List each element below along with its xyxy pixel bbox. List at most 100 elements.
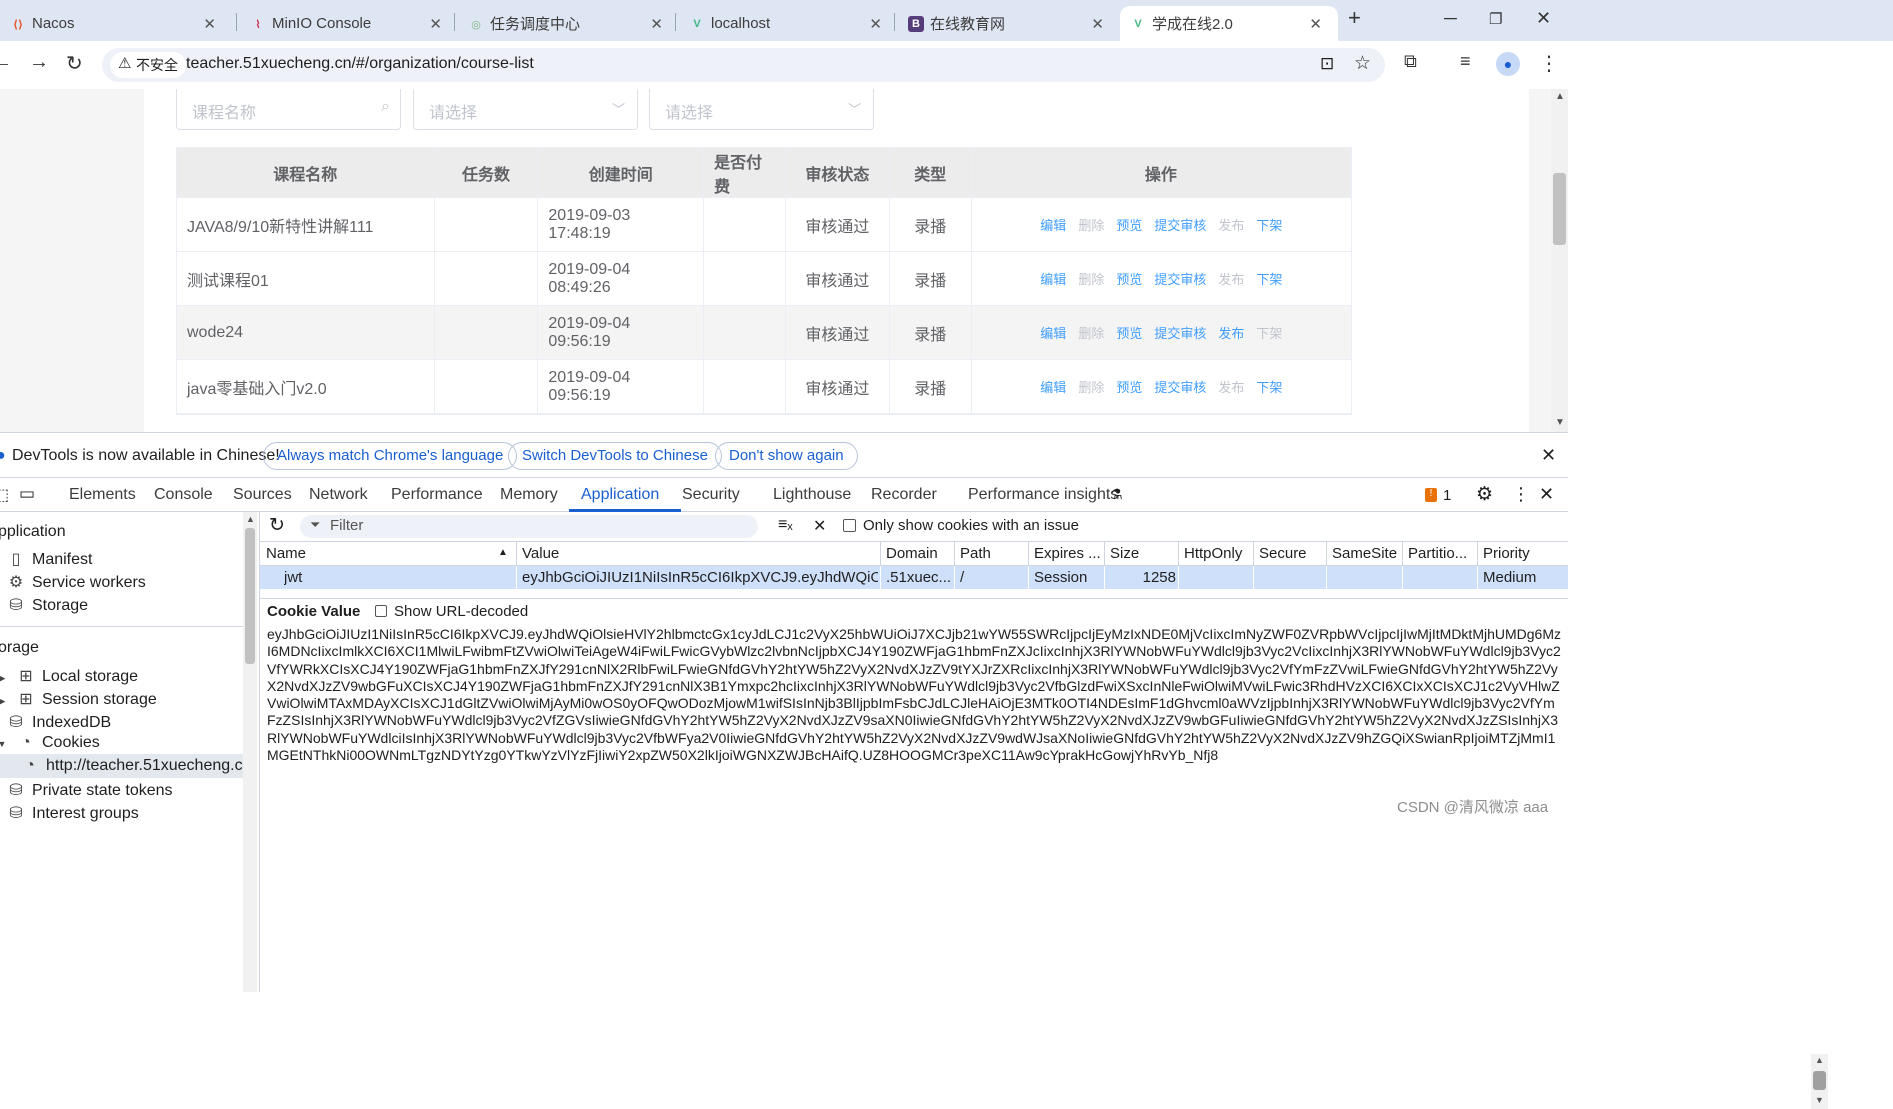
omnibox[interactable]: ⚠ 不安全 teacher.51xuecheng.cn/#/organizati… [102,48,1385,82]
scroll-up-icon[interactable]: ▲ [1815,1055,1824,1065]
column-header[interactable]: Value [522,545,878,562]
devtools-tab[interactable]: Network [309,486,368,504]
issues-count[interactable]: 1 [1443,487,1451,504]
column-divider[interactable] [954,566,955,589]
device-toolbar-icon[interactable]: ▭ [19,484,35,504]
action-link[interactable]: 预览 [1116,215,1142,234]
column-divider[interactable] [880,542,881,565]
scrollbar-thumb[interactable] [1813,1071,1826,1090]
scroll-down-icon[interactable]: ▼ [1815,1095,1824,1105]
action-link[interactable]: 提交审核 [1154,377,1206,396]
back-icon[interactable]: ← [0,51,12,74]
page-scrollbar[interactable]: ▲ ▼ [1551,89,1568,432]
column-header[interactable]: Size [1110,545,1176,562]
scrollbar-thumb[interactable] [245,528,255,664]
extensions-icon[interactable]: ⧉ [1404,51,1417,72]
column-divider[interactable] [1104,566,1105,589]
scroll-up-icon[interactable]: ▲ [246,514,255,524]
devtools-tab[interactable]: Memory [500,486,558,504]
clear-filtered-cookies-icon[interactable]: ≡ₓ [778,516,793,534]
column-header[interactable]: Domain [886,545,952,562]
devtools-tab[interactable]: Performance insights [968,486,1118,504]
action-link[interactable]: 预览 [1116,377,1142,396]
devtools-tab[interactable]: Security [682,486,740,504]
action-link[interactable]: 预览 [1116,269,1142,288]
more-menu-icon[interactable]: ⋮ [1539,51,1559,76]
column-divider[interactable] [1326,542,1327,565]
column-divider[interactable] [1178,566,1179,589]
column-divider[interactable] [1477,566,1478,589]
devtools-tab[interactable]: Recorder [871,486,937,504]
scroll-down-icon[interactable]: ▼ [1555,417,1565,428]
column-divider[interactable] [516,566,517,589]
sidebar-item-private-state-tokens[interactable]: ⛁ Private state tokens [8,780,172,800]
column-header[interactable]: Path [960,545,1026,562]
action-link[interactable]: 编辑 [1040,269,1066,288]
browser-tab[interactable]: ◎ 任务调度中心 ✕ [458,6,679,41]
translate-icon[interactable]: ⊡ [1320,54,1334,74]
media-icon[interactable]: ≡ [1460,51,1471,72]
cookies-table-scrollbar[interactable]: ▲ ▼ [1811,1054,1828,1109]
column-header[interactable]: Priority [1483,545,1549,562]
always-match-language-button[interactable]: Always match Chrome's language [263,442,518,470]
sidebar-item-service-workers[interactable]: ⚙ Service workers [8,572,146,592]
forward-icon[interactable]: → [29,51,49,74]
sidebar-item-session-storage[interactable]: ▶ ⊞ Session storage [0,689,157,709]
course-type-select[interactable]: 请选择 ﹀ [649,89,874,130]
devtools-tab[interactable]: Application [581,486,659,504]
column-divider[interactable] [1104,542,1105,565]
action-link[interactable]: 提交审核 [1154,323,1206,342]
column-divider[interactable] [880,566,881,589]
devtools-tab[interactable]: Performance [391,486,483,504]
column-header[interactable]: Name [266,545,514,562]
close-tab-icon[interactable]: ✕ [429,15,442,33]
close-tab-icon[interactable]: ✕ [650,15,663,33]
settings-gear-icon[interactable]: ⚙ [1476,483,1493,506]
sidebar-item-cookies[interactable]: ▼ ◔ Cookies [0,734,100,752]
filter-input[interactable]: ⏷ Filter [300,515,758,538]
delete-selected-icon[interactable]: ✕ [813,516,826,536]
action-link[interactable]: 下架 [1256,377,1282,396]
switch-to-chinese-button[interactable]: Switch DevTools to Chinese [508,442,722,470]
inspect-element-icon[interactable]: ⬚ [0,485,9,505]
sidebar-item-interest-groups[interactable]: ⛁ Interest groups [8,803,138,823]
sidebar-item-local-storage[interactable]: ▶ ⊞ Local storage [0,666,138,686]
sort-ascending-icon[interactable]: ▲ [498,547,508,558]
course-name-input[interactable]: 课程名称 ⌕ [176,89,401,130]
close-tab-icon[interactable]: ✕ [203,15,216,33]
sidebar-item-storage[interactable]: ⛁ Storage [8,595,88,615]
column-header[interactable]: Partitio... [1408,545,1475,562]
security-chip[interactable]: ⚠ 不安全 [110,52,186,78]
close-devtools-icon[interactable]: ✕ [1539,484,1554,505]
column-header[interactable]: HttpOnly [1184,545,1251,562]
browser-tab[interactable]: Vlocalhost ✕ [679,6,898,41]
column-header[interactable]: Secure [1259,545,1324,562]
only-issues-checkbox[interactable] [843,519,856,532]
browser-tab[interactable]: B 在线教育网 ✕ [898,6,1120,41]
refresh-icon[interactable]: ↻ [269,514,285,537]
column-divider[interactable] [1402,566,1403,589]
url-text[interactable]: teacher.51xuecheng.cn/#/organization/cou… [186,55,534,73]
close-tab-icon[interactable]: ✕ [1091,15,1104,33]
browser-tab[interactable]: V 学成在线2.0 ✕ [1120,6,1338,41]
minimize-icon[interactable]: ─ [1444,8,1457,29]
sidebar-item-manifest[interactable]: ▯ Manifest [8,549,93,569]
profile-avatar-icon[interactable]: ● [1496,52,1520,76]
action-link[interactable]: 编辑 [1040,377,1066,396]
column-divider[interactable] [1028,566,1029,589]
column-divider[interactable] [954,542,955,565]
column-divider[interactable] [1028,542,1029,565]
action-link[interactable]: 预览 [1116,323,1142,342]
sidebar-item-indexeddb[interactable]: ⛁ IndexedDB [8,712,111,732]
new-tab-icon[interactable]: + [1348,5,1361,31]
scrollbar-thumb[interactable] [1553,173,1566,245]
devtools-tab[interactable]: Elements [69,486,136,504]
scroll-up-icon[interactable]: ▲ [1555,91,1565,102]
devtools-tab[interactable]: Sources [233,486,292,504]
cookie-value-text[interactable]: eyJhbGciOiJIUzI1NiIsInR5cCI6IkpXVCJ9.eyJ… [267,626,1562,764]
action-link[interactable]: 编辑 [1040,215,1066,234]
action-link[interactable]: 下架 [1256,269,1282,288]
close-tab-icon[interactable]: ✕ [869,15,882,33]
action-link[interactable]: 提交审核 [1154,269,1206,288]
close-banner-icon[interactable]: ✕ [1541,445,1556,466]
